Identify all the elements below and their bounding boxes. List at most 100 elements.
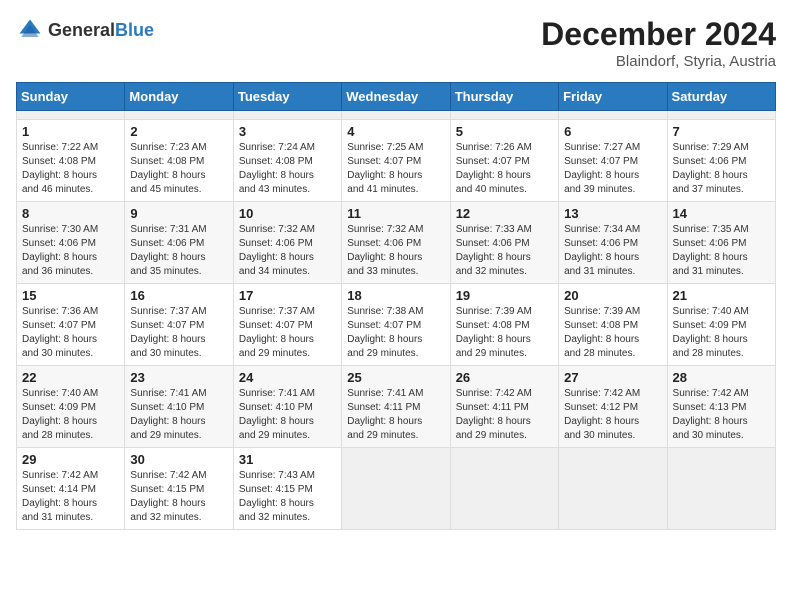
- day-number: 16: [130, 288, 227, 303]
- calendar-table: SundayMondayTuesdayWednesdayThursdayFrid…: [16, 82, 776, 530]
- calendar-cell: 16 Sunrise: 7:37 AMSunset: 4:07 PMDayligh…: [125, 284, 233, 366]
- calendar-cell: 13 Sunrise: 7:34 AMSunset: 4:06 PMDayligh…: [559, 202, 667, 284]
- cell-content: Sunrise: 7:31 AMSunset: 4:06 PMDaylight:…: [130, 223, 227, 279]
- cell-content: Sunrise: 7:41 AMSunset: 4:10 PMDaylight:…: [130, 387, 227, 443]
- logo-text: GeneralBlue: [48, 20, 154, 41]
- cell-content: Sunrise: 7:39 AMSunset: 4:08 PMDaylight:…: [564, 305, 661, 361]
- cell-content: Sunrise: 7:36 AMSunset: 4:07 PMDaylight:…: [22, 305, 119, 361]
- calendar-cell: [17, 111, 125, 120]
- cell-content: Sunrise: 7:40 AMSunset: 4:09 PMDaylight:…: [673, 305, 770, 361]
- cell-content: Sunrise: 7:39 AMSunset: 4:08 PMDaylight:…: [456, 305, 553, 361]
- calendar-cell: 8 Sunrise: 7:30 AMSunset: 4:06 PMDaylight…: [17, 202, 125, 284]
- cell-content: Sunrise: 7:33 AMSunset: 4:06 PMDaylight:…: [456, 223, 553, 279]
- calendar-cell: 11Sunrise: 7:32 AMSunset: 4:06 PMDayligh…: [342, 202, 450, 284]
- calendar-cell: [559, 111, 667, 120]
- day-number: 6: [564, 124, 661, 139]
- day-number: 7: [673, 124, 770, 139]
- calendar-cell: 28Sunrise: 7:42 AMSunset: 4:13 PMDayligh…: [667, 366, 775, 448]
- day-number: 26: [456, 370, 553, 385]
- calendar-cell: 1 Sunrise: 7:22 AMSunset: 4:08 PMDaylight…: [17, 120, 125, 202]
- day-number: 17: [239, 288, 336, 303]
- calendar-cell: [342, 111, 450, 120]
- calendar-cell: 23 Sunrise: 7:41 AMSunset: 4:10 PMDayligh…: [125, 366, 233, 448]
- calendar-cell: 9 Sunrise: 7:31 AMSunset: 4:06 PMDaylight…: [125, 202, 233, 284]
- day-of-week-header: Sunday: [17, 83, 125, 111]
- calendar-cell: [125, 111, 233, 120]
- calendar-cell: 18Sunrise: 7:38 AMSunset: 4:07 PMDayligh…: [342, 284, 450, 366]
- calendar-cell: [667, 111, 775, 120]
- cell-content: Sunrise: 7:32 AMSunset: 4:06 PMDaylight:…: [347, 223, 444, 279]
- day-number: 1: [22, 124, 119, 139]
- day-number: 25: [347, 370, 444, 385]
- cell-content: Sunrise: 7:32 AMSunset: 4:06 PMDaylight:…: [239, 223, 336, 279]
- cell-content: Sunrise: 7:22 AMSunset: 4:08 PMDaylight:…: [22, 141, 119, 197]
- calendar-week-row: 15 Sunrise: 7:36 AMSunset: 4:07 PMDayligh…: [17, 284, 776, 366]
- location: Blaindorf, Styria, Austria: [541, 53, 776, 70]
- day-number: 13: [564, 206, 661, 221]
- cell-content: Sunrise: 7:37 AMSunset: 4:07 PMDaylight:…: [130, 305, 227, 361]
- calendar-cell: 2Sunrise: 7:23 AMSunset: 4:08 PMDaylight…: [125, 120, 233, 202]
- day-number: 21: [673, 288, 770, 303]
- calendar-cell: [233, 111, 341, 120]
- day-number: 22: [22, 370, 119, 385]
- day-of-week-header: Monday: [125, 83, 233, 111]
- cell-content: Sunrise: 7:41 AMSunset: 4:10 PMDaylight:…: [239, 387, 336, 443]
- calendar-week-row: 1 Sunrise: 7:22 AMSunset: 4:08 PMDaylight…: [17, 120, 776, 202]
- day-number: 4: [347, 124, 444, 139]
- calendar-cell: 15 Sunrise: 7:36 AMSunset: 4:07 PMDayligh…: [17, 284, 125, 366]
- day-number: 2: [130, 124, 227, 139]
- calendar-cell: 31 Sunrise: 7:43 AMSunset: 4:15 PMDayligh…: [233, 448, 341, 530]
- day-number: 29: [22, 452, 119, 467]
- day-number: 9: [130, 206, 227, 221]
- cell-content: Sunrise: 7:42 AMSunset: 4:11 PMDaylight:…: [456, 387, 553, 443]
- cell-content: Sunrise: 7:42 AMSunset: 4:12 PMDaylight:…: [564, 387, 661, 443]
- day-number: 27: [564, 370, 661, 385]
- day-of-week-header: Tuesday: [233, 83, 341, 111]
- calendar-cell: [559, 448, 667, 530]
- calendar-cell: [450, 111, 558, 120]
- day-number: 5: [456, 124, 553, 139]
- calendar-cell: 6 Sunrise: 7:27 AMSunset: 4:07 PMDaylight…: [559, 120, 667, 202]
- day-number: 23: [130, 370, 227, 385]
- cell-content: Sunrise: 7:43 AMSunset: 4:15 PMDaylight:…: [239, 469, 336, 525]
- calendar-cell: 24 Sunrise: 7:41 AMSunset: 4:10 PMDayligh…: [233, 366, 341, 448]
- calendar-cell: 20Sunrise: 7:39 AMSunset: 4:08 PMDayligh…: [559, 284, 667, 366]
- cell-content: Sunrise: 7:42 AMSunset: 4:13 PMDaylight:…: [673, 387, 770, 443]
- calendar-cell: 25Sunrise: 7:41 AMSunset: 4:11 PMDayligh…: [342, 366, 450, 448]
- day-number: 8: [22, 206, 119, 221]
- day-of-week-header: Saturday: [667, 83, 775, 111]
- calendar-cell: 3Sunrise: 7:24 AMSunset: 4:08 PMDaylight…: [233, 120, 341, 202]
- cell-content: Sunrise: 7:27 AMSunset: 4:07 PMDaylight:…: [564, 141, 661, 197]
- calendar-cell: 26 Sunrise: 7:42 AMSunset: 4:11 PMDayligh…: [450, 366, 558, 448]
- cell-content: Sunrise: 7:30 AMSunset: 4:06 PMDaylight:…: [22, 223, 119, 279]
- day-number: 30: [130, 452, 227, 467]
- calendar-week-row: [17, 111, 776, 120]
- calendar-cell: 17Sunrise: 7:37 AMSunset: 4:07 PMDayligh…: [233, 284, 341, 366]
- calendar-cell: 12 Sunrise: 7:33 AMSunset: 4:06 PMDayligh…: [450, 202, 558, 284]
- calendar-cell: 10 Sunrise: 7:32 AMSunset: 4:06 PMDayligh…: [233, 202, 341, 284]
- calendar-cell: 22Sunrise: 7:40 AMSunset: 4:09 PMDayligh…: [17, 366, 125, 448]
- calendar-cell: [450, 448, 558, 530]
- cell-content: Sunrise: 7:25 AMSunset: 4:07 PMDaylight:…: [347, 141, 444, 197]
- day-number: 18: [347, 288, 444, 303]
- day-number: 10: [239, 206, 336, 221]
- day-number: 15: [22, 288, 119, 303]
- calendar-header-row: SundayMondayTuesdayWednesdayThursdayFrid…: [17, 83, 776, 111]
- calendar-cell: 5 Sunrise: 7:26 AMSunset: 4:07 PMDaylight…: [450, 120, 558, 202]
- logo-icon: [16, 16, 44, 44]
- calendar-week-row: 8 Sunrise: 7:30 AMSunset: 4:06 PMDaylight…: [17, 202, 776, 284]
- cell-content: Sunrise: 7:34 AMSunset: 4:06 PMDaylight:…: [564, 223, 661, 279]
- day-number: 24: [239, 370, 336, 385]
- cell-content: Sunrise: 7:26 AMSunset: 4:07 PMDaylight:…: [456, 141, 553, 197]
- day-number: 12: [456, 206, 553, 221]
- calendar-cell: 29Sunrise: 7:42 AMSunset: 4:14 PMDayligh…: [17, 448, 125, 530]
- cell-content: Sunrise: 7:24 AMSunset: 4:08 PMDaylight:…: [239, 141, 336, 197]
- day-number: 14: [673, 206, 770, 221]
- month-year: December 2024: [541, 16, 776, 53]
- day-number: 31: [239, 452, 336, 467]
- calendar-cell: [667, 448, 775, 530]
- day-of-week-header: Thursday: [450, 83, 558, 111]
- calendar-cell: 14Sunrise: 7:35 AMSunset: 4:06 PMDayligh…: [667, 202, 775, 284]
- calendar-week-row: 22Sunrise: 7:40 AMSunset: 4:09 PMDayligh…: [17, 366, 776, 448]
- calendar-cell: 27 Sunrise: 7:42 AMSunset: 4:12 PMDayligh…: [559, 366, 667, 448]
